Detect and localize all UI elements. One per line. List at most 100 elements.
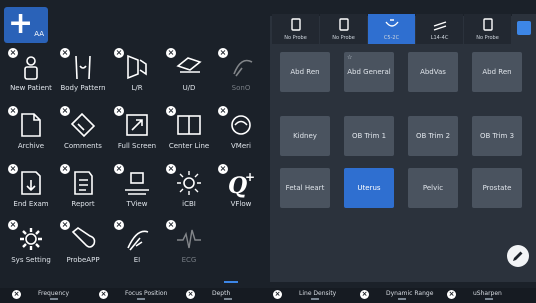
app-probeapp[interactable]: × ProbeAPP: [58, 220, 108, 274]
centerline-icon: [171, 108, 207, 142]
preset-button[interactable]: Abd Ren: [280, 52, 330, 92]
app-center-line[interactable]: × Center Line: [164, 106, 214, 160]
preset-label: OB Trim 2: [415, 132, 451, 140]
probe-label: L14-4C: [430, 35, 449, 41]
probe-label: No Probe: [284, 35, 307, 41]
app-full-screen[interactable]: × Full Screen: [112, 106, 162, 160]
parameter-item[interactable]: × Focus Position: [97, 288, 184, 303]
flip-ud-icon: [171, 50, 207, 84]
parameter-item[interactable]: × Line Density: [271, 288, 358, 303]
app-u-d[interactable]: × U/D: [164, 48, 214, 102]
probe-tab-icon: [338, 18, 349, 31]
preset-button[interactable]: Pelvic: [408, 168, 458, 208]
star-icon: ☆: [347, 54, 353, 61]
parameter-value: [224, 298, 232, 300]
app-label: VMeri: [231, 142, 251, 150]
preset-button[interactable]: ☆ Abd General: [344, 52, 394, 92]
svg-text:+: +: [245, 170, 255, 184]
parameter-value: [311, 298, 319, 300]
app-report[interactable]: × Report: [58, 164, 108, 218]
preset-label: Abd Ren: [482, 68, 512, 76]
parameter-label: Depth: [212, 290, 231, 297]
app-label: Comments: [64, 142, 102, 150]
app-sonic[interactable]: × SonO: [216, 48, 266, 102]
close-icon[interactable]: ×: [273, 290, 282, 299]
parameter-value: [137, 298, 145, 300]
curved-probe-icon: [384, 19, 399, 27]
probe-tab-icon: [290, 18, 301, 31]
preset-label: Kidney: [293, 132, 317, 140]
app-archive[interactable]: × Archive: [6, 106, 56, 160]
parameter-item[interactable]: × uSharpen: [445, 288, 532, 303]
parameter-item[interactable]: × Frequency: [10, 288, 97, 303]
app-end-exam[interactable]: × End Exam: [6, 164, 56, 218]
probe-tab[interactable]: No Probe: [464, 14, 511, 44]
preset-button[interactable]: Fetal Heart: [280, 168, 330, 208]
parameter-bar: × Frequency × Focus Position × Depth × Line Den…: [0, 288, 536, 303]
app-comments[interactable]: × Comments: [58, 106, 108, 160]
panel-settings-button[interactable]: [512, 14, 536, 42]
app-tview[interactable]: × TView: [112, 164, 162, 218]
probe-tab[interactable]: C5-2C: [368, 14, 415, 44]
add-button[interactable]: + AA: [4, 7, 48, 43]
edit-presets-button[interactable]: [507, 245, 529, 267]
close-icon[interactable]: ×: [360, 290, 369, 299]
probe-tab-icon: [482, 18, 493, 31]
ultrasound-app-screen: + AA × New Patient × Body Pattern × L/R × U/D × S…: [0, 0, 536, 303]
app-grid: × New Patient × Body Pattern × L/R × U/D × SonO × A…: [6, 48, 270, 278]
app-ecg[interactable]: × ECG: [164, 220, 214, 274]
probe-label: No Probe: [476, 35, 499, 41]
preset-button[interactable]: OB Trim 1: [344, 116, 394, 156]
app-vmeri[interactable]: × VMeri: [216, 106, 266, 160]
report-icon: [65, 166, 101, 200]
fullscreen-icon: [119, 108, 155, 142]
preset-button[interactable]: AbdVas: [408, 52, 458, 92]
parameter-label: Line Density: [299, 290, 337, 297]
preset-button[interactable]: Prostate: [472, 168, 522, 208]
pencil-icon: [513, 251, 523, 261]
page-indicator: [224, 281, 238, 283]
app-sys-setting[interactable]: × Sys Setting: [6, 220, 56, 274]
close-icon[interactable]: ×: [447, 290, 456, 299]
sun-icon: [171, 166, 207, 200]
linear-probe-icon: [433, 21, 446, 31]
vmeri-icon: [223, 108, 259, 142]
preset-label: OB Trim 3: [479, 132, 515, 140]
preset-button[interactable]: OB Trim 2: [408, 116, 458, 156]
end-exam-icon: [13, 166, 49, 200]
probe-tab[interactable]: L14-4C: [416, 14, 463, 44]
probe-label: No Probe: [332, 35, 355, 41]
preset-button[interactable]: Abd Ren: [472, 52, 522, 92]
preset-label: Prostate: [482, 184, 512, 192]
ecg-icon: [171, 222, 207, 256]
preset-button[interactable]: OB Trim 3: [472, 116, 522, 156]
user-icon: [13, 50, 49, 84]
app-vflow[interactable]: × Q + VFlow: [216, 164, 266, 218]
preset-label: Fetal Heart: [285, 184, 325, 192]
flip-lr-icon: [119, 50, 155, 84]
close-icon[interactable]: ×: [12, 290, 21, 299]
close-icon[interactable]: ×: [186, 290, 195, 299]
close-icon[interactable]: ×: [99, 290, 108, 299]
comment-icon: [65, 108, 101, 142]
parameter-value: [50, 298, 58, 300]
parameter-item[interactable]: × Depth: [184, 288, 271, 303]
app-icbi[interactable]: × iCBI: [164, 164, 214, 218]
probe-tab[interactable]: No Probe: [320, 14, 367, 44]
parameter-label: Focus Position: [125, 290, 168, 297]
preset-label: Abd General: [347, 68, 391, 76]
parameter-label: Frequency: [38, 290, 69, 297]
qplus-icon: Q +: [223, 166, 259, 200]
app-label: VFlow: [230, 200, 252, 208]
app-l-r[interactable]: × L/R: [112, 48, 162, 102]
app-ei[interactable]: × EI: [112, 220, 162, 274]
preset-button[interactable]: Kidney: [280, 116, 330, 156]
preset-button[interactable]: Uterus: [344, 168, 394, 208]
probe-tab[interactable]: No Probe: [272, 14, 319, 44]
app-body-pattern[interactable]: × Body Pattern: [58, 48, 108, 102]
parameter-label: uSharpen: [473, 290, 502, 297]
app-new-patient[interactable]: × New Patient: [6, 48, 56, 102]
body-icon: [65, 50, 101, 84]
parameter-item[interactable]: × Dynamic Range: [358, 288, 445, 303]
probe-icon: [223, 50, 259, 84]
